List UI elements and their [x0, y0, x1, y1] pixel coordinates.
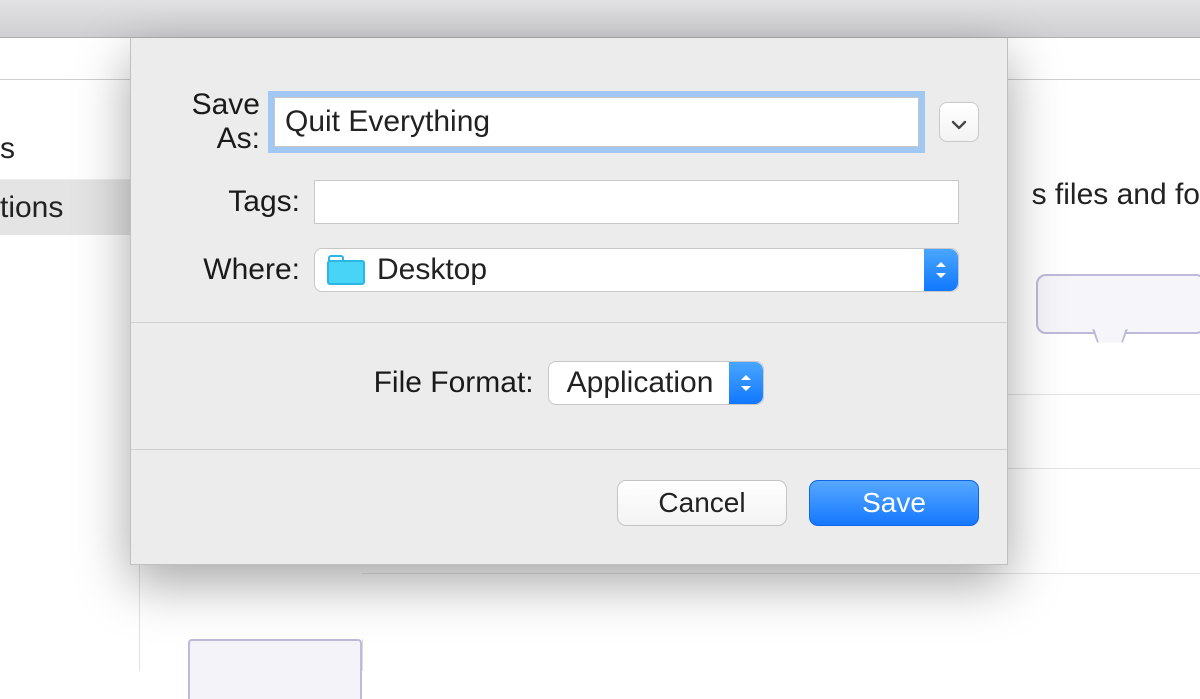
save-dialog: Save As: Tags: Where: Desktop [130, 38, 1008, 565]
save-dialog-format: File Format: Application [131, 323, 1007, 449]
save-dialog-main: Save As: Tags: Where: Desktop [131, 38, 1007, 322]
background-divider [362, 573, 1200, 574]
window-titlebar [0, 0, 1200, 38]
file-format-select[interactable]: Application [548, 361, 765, 405]
cancel-button[interactable]: Cancel [617, 480, 787, 526]
updown-stepper-icon [729, 362, 763, 404]
tags-label: Tags: [159, 185, 314, 219]
tags-input[interactable] [314, 180, 959, 224]
where-row: Where: Desktop [159, 248, 979, 292]
updown-stepper-icon [924, 249, 958, 291]
background-speech-bubble [1036, 274, 1200, 334]
background-tab [188, 639, 362, 699]
folder-icon [327, 255, 365, 285]
background-hint-text: s files and fo [1032, 178, 1200, 212]
saveas-input[interactable] [274, 97, 919, 147]
tags-row: Tags: [159, 180, 979, 224]
sidebar-item-partial-2[interactable]: tions [0, 180, 139, 235]
where-label: Where: [159, 253, 314, 287]
chevron-down-icon [951, 107, 967, 138]
file-format-label: File Format: [374, 366, 534, 400]
expand-button[interactable] [939, 102, 979, 142]
save-button[interactable]: Save [809, 480, 979, 526]
where-value: Desktop [377, 253, 487, 287]
saveas-row: Save As: [159, 88, 979, 156]
background-sidebar: s tions [0, 118, 140, 671]
saveas-label: Save As: [159, 88, 274, 156]
background-divider [362, 639, 363, 671]
where-select[interactable]: Desktop [314, 248, 959, 292]
save-dialog-buttons: Cancel Save [131, 450, 1007, 564]
sidebar-item-partial-1[interactable]: s [0, 118, 139, 180]
file-format-value: Application [567, 366, 714, 400]
